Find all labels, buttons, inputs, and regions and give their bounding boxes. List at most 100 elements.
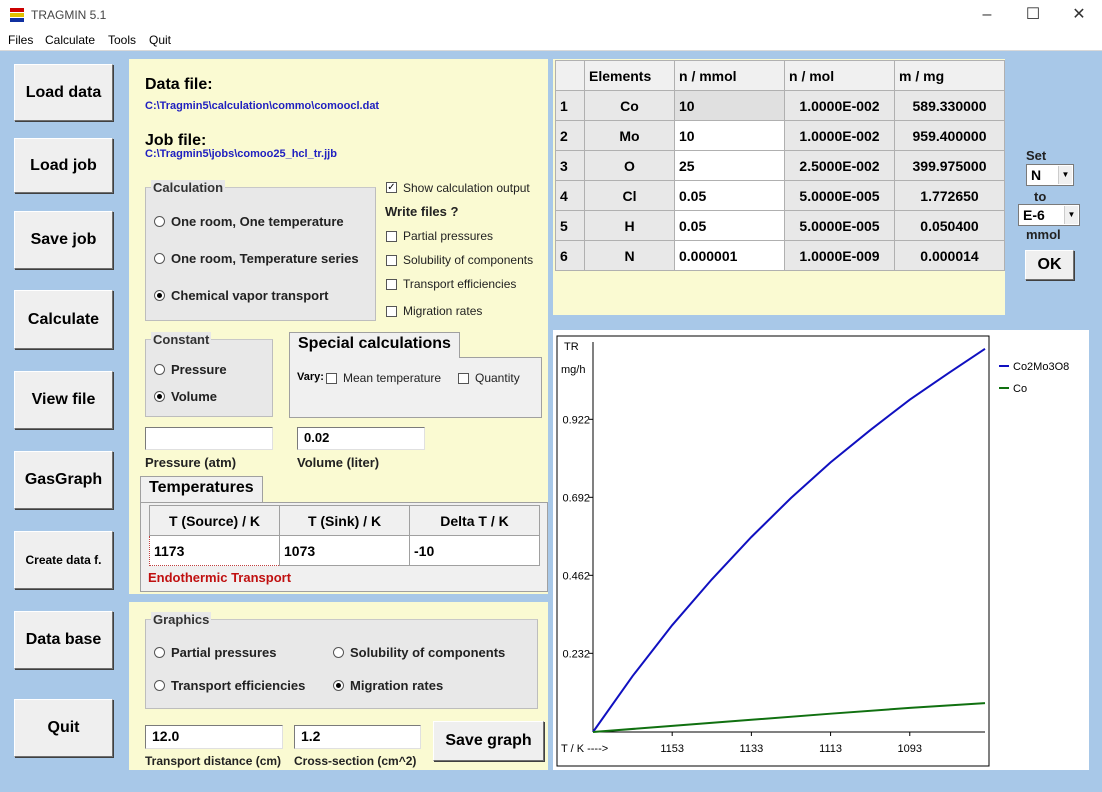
view-file-button[interactable]: View file	[14, 371, 113, 429]
elements-header-n-mmol: n / mmol	[674, 60, 785, 91]
transport-type-note: Endothermic Transport	[148, 570, 292, 585]
row-index: 4	[555, 180, 585, 211]
vary-mean-temperature-checkbox[interactable]	[326, 373, 337, 384]
maximize-icon[interactable]: ☐	[1010, 0, 1056, 30]
write-transport-efficiencies-label: Transport efficiencies	[403, 277, 517, 291]
label-graph-partial-pressures: Partial pressures	[171, 645, 277, 660]
show-output-label: Show calculation output	[403, 181, 530, 195]
m-mg-cell: 0.050400	[894, 210, 1005, 241]
write-migration-rates-label: Migration rates	[403, 304, 483, 318]
elements-header-m-mg: m / mg	[894, 60, 1005, 91]
y-tick-label: 0.462	[562, 570, 590, 582]
graphics-group	[145, 619, 538, 709]
vary-quantity-checkbox[interactable]	[458, 373, 469, 384]
n-mmol-cell[interactable]: 10	[674, 120, 785, 151]
y-tick-label: 0.692	[562, 492, 590, 504]
label-one-room-temp-series: One room, Temperature series	[171, 251, 359, 266]
x-tick-label: 1153	[660, 743, 684, 755]
calculate-button[interactable]: Calculate	[14, 290, 113, 349]
window-title: TRAGMIN 5.1	[31, 8, 107, 22]
write-transport-efficiencies-checkbox[interactable]	[386, 279, 397, 290]
label-graph-transport-efficiencies: Transport efficiencies	[171, 678, 306, 693]
element-symbol: Cl	[584, 180, 675, 211]
volume-input[interactable]: 0.02	[297, 427, 425, 450]
to-label: to	[1034, 189, 1047, 204]
write-solubility-checkbox[interactable]	[386, 255, 397, 266]
show-output-checkbox[interactable]: ✓	[386, 182, 397, 193]
radio-chemical-vapor-transport[interactable]	[154, 290, 165, 301]
temperatures-tab[interactable]: Temperatures	[140, 476, 263, 503]
quit-button[interactable]: Quit	[14, 699, 113, 757]
load-job-button[interactable]: Load job	[14, 138, 113, 193]
transport-distance-input[interactable]: 12.0	[145, 725, 283, 749]
app-icon	[9, 7, 25, 23]
constant-group	[145, 339, 273, 417]
m-mg-cell: 0.000014	[894, 240, 1005, 271]
write-solubility-label: Solubility of components	[403, 253, 534, 267]
radio-graph-transport-efficiencies[interactable]	[154, 680, 165, 691]
n-mmol-cell[interactable]: 0.000001	[674, 240, 785, 271]
n-mmol-cell[interactable]: 0.05	[674, 180, 785, 211]
n-mmol-cell[interactable]: 0.05	[674, 210, 785, 241]
label-constant-pressure: Pressure	[171, 362, 227, 377]
x-tick-label: 1113	[819, 743, 842, 755]
n-mmol-cell[interactable]: 25	[674, 150, 785, 181]
element-symbol: Mo	[584, 120, 675, 151]
n-mol-cell: 1.0000E-002	[784, 90, 895, 121]
load-data-button[interactable]: Load data	[14, 64, 113, 121]
label-graph-migration-rates: Migration rates	[350, 678, 444, 693]
label-chemical-vapor-transport: Chemical vapor transport	[171, 288, 329, 303]
elements-header-n-mol: n / mol	[784, 60, 895, 91]
n-mmol-cell[interactable]: 10	[674, 90, 785, 121]
radio-graph-partial-pressures[interactable]	[154, 647, 165, 658]
calculation-group-label: Calculation	[151, 180, 226, 195]
legend-label: Co2Mo3O8	[1013, 361, 1069, 373]
vary-mean-temperature-label: Mean temperature	[343, 371, 442, 385]
constant-group-label: Constant	[151, 332, 212, 347]
set-element-select[interactable]: N ▼	[1026, 164, 1074, 186]
menu-files[interactable]: Files	[8, 33, 33, 47]
special-calculations-tab[interactable]: Special calculations	[289, 332, 460, 358]
save-job-button[interactable]: Save job	[14, 211, 113, 269]
row-index: 5	[555, 210, 585, 241]
minimize-icon[interactable]: –	[964, 0, 1010, 30]
save-graph-button[interactable]: Save graph	[433, 721, 544, 761]
radio-constant-pressure[interactable]	[154, 364, 165, 375]
m-mg-cell: 399.975000	[894, 150, 1005, 181]
radio-graph-migration-rates[interactable]	[333, 680, 344, 691]
menu-calculate[interactable]: Calculate	[45, 33, 95, 47]
radio-one-room-one-temp[interactable]	[154, 216, 165, 227]
gasgraph-button[interactable]: GasGraph	[14, 451, 113, 509]
data-base-button[interactable]: Data base	[14, 611, 113, 669]
label-constant-volume: Volume	[171, 389, 217, 404]
temp-header-delta: Delta T / K	[409, 505, 540, 536]
menu-quit[interactable]: Quit	[149, 33, 171, 47]
write-migration-rates-checkbox[interactable]	[386, 306, 397, 317]
title-bar: TRAGMIN 5.1 – ☐ ✕	[0, 0, 1102, 30]
temp-delta-cell[interactable]: -10	[409, 535, 540, 566]
y-tick-label: 0.922	[562, 414, 590, 426]
set-element-value: N	[1031, 167, 1042, 183]
unit-label: mmol	[1026, 227, 1061, 242]
graphics-group-label: Graphics	[151, 612, 212, 627]
table-row: 1 Co 10 1.0000E-002 589.330000	[555, 90, 1005, 121]
cross-section-input[interactable]: 1.2	[294, 725, 421, 749]
temp-source-cell[interactable]: 1173	[149, 535, 280, 566]
menu-tools[interactable]: Tools	[108, 33, 136, 47]
ok-button[interactable]: OK	[1025, 250, 1074, 280]
legend-label: Co	[1013, 383, 1027, 395]
create-data-file-button[interactable]: Create data f.	[14, 531, 113, 589]
close-icon[interactable]: ✕	[1056, 0, 1102, 30]
pressure-input[interactable]	[145, 427, 273, 450]
n-mol-cell: 2.5000E-002	[784, 150, 895, 181]
job-file-path: C:\Tragmin5\jobs\comoo25_hcl_tr.jjb	[145, 148, 337, 160]
volume-label: Volume (liter)	[297, 455, 380, 470]
temp-sink-cell[interactable]: 1073	[279, 535, 410, 566]
radio-graph-solubility[interactable]	[333, 647, 344, 658]
vary-label: Vary:	[297, 371, 324, 383]
write-partial-pressures-checkbox[interactable]	[386, 231, 397, 242]
radio-one-room-temp-series[interactable]	[154, 253, 165, 264]
radio-constant-volume[interactable]	[154, 391, 165, 402]
element-symbol: N	[584, 240, 675, 271]
set-exponent-select[interactable]: E-6 ▼	[1018, 204, 1080, 226]
